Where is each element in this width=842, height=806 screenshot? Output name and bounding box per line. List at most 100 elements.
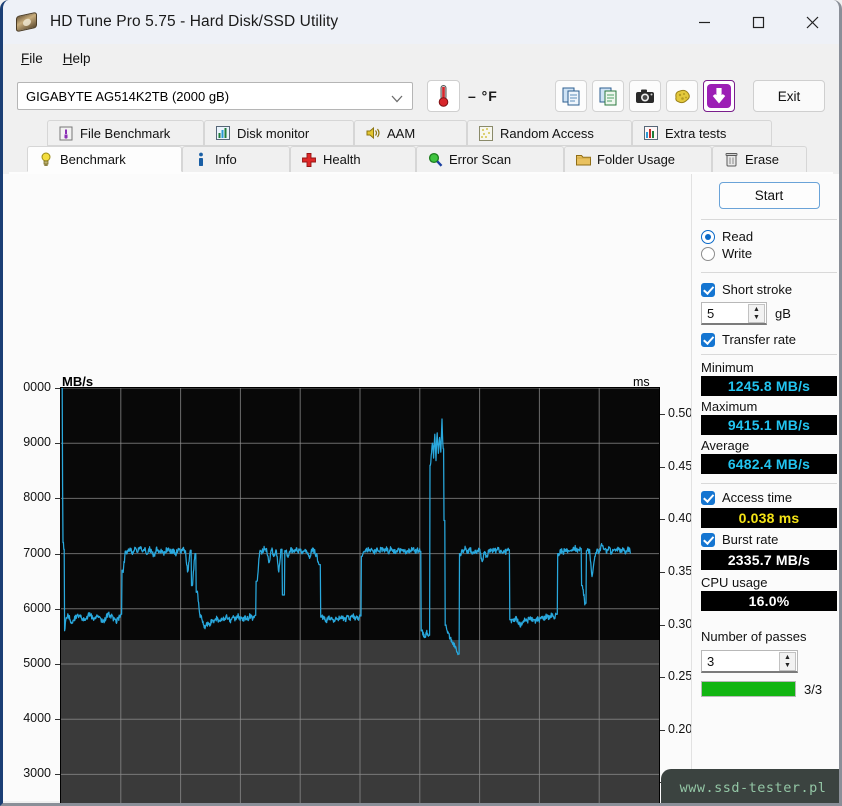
passes-value: 3 (707, 653, 715, 669)
burst-rate-check-icon (701, 532, 715, 547)
tab-error-scan[interactable]: Error Scan (416, 146, 564, 172)
passes-stepper[interactable]: ▲ ▼ (779, 652, 796, 671)
short-stroke-stepper[interactable]: ▲ ▼ (748, 304, 765, 323)
watermark: www.ssd-tester.pl (661, 769, 839, 803)
access-time-label: Access time (722, 490, 793, 505)
radio-write-icon (701, 246, 715, 261)
checkbox-access-time[interactable]: Access time (697, 489, 839, 506)
device-select[interactable]: GIGABYTE AG514K2TB (2000 gB) (17, 82, 413, 110)
transfer-rate-label: Transfer rate (722, 332, 796, 347)
y-tick-left-8000: 8000 (23, 490, 51, 505)
passes-input[interactable]: 3 ▲ ▼ (701, 650, 798, 673)
menu-file-rest: ile (29, 50, 43, 66)
y-tick-mark-left (55, 388, 60, 389)
y-tick-left-4000: 4000 (23, 711, 51, 726)
divider-3 (701, 354, 837, 355)
copy-green-icon[interactable] (592, 80, 624, 112)
trash-icon (723, 152, 739, 168)
tab-disk-monitor[interactable]: Disk monitor (204, 120, 354, 146)
tab-extra-tests[interactable]: Extra tests (632, 120, 772, 146)
download-icon[interactable] (703, 80, 735, 112)
passes-stepper-down-icon[interactable]: ▼ (780, 662, 795, 671)
checkbox-burst-rate[interactable]: Burst rate (697, 531, 839, 548)
thermometer-icon[interactable] (427, 80, 460, 112)
access-time-value: 0.038 ms (701, 508, 837, 528)
maximize-button[interactable] (731, 0, 785, 44)
y-tick-mark-right (660, 729, 665, 731)
checkbox-short-stroke[interactable]: Short stroke (697, 281, 839, 298)
tab-random-access[interactable]: Random Access (467, 120, 632, 146)
tab-benchmark[interactable]: Benchmark (27, 146, 182, 172)
y-tick-mark-right (660, 466, 665, 468)
controls-panel: Start Read Write Short stroke 5 ▲ ▼ gB T… (697, 174, 839, 801)
maximum-label: Maximum (701, 399, 758, 414)
divider-1 (701, 219, 837, 220)
y-tick-mark-left (55, 443, 60, 445)
passes-progress-text: 3/3 (804, 681, 823, 697)
tab-health[interactable]: Health (290, 146, 416, 172)
burst-rate-label: Burst rate (722, 532, 779, 547)
tab-erase[interactable]: Erase (712, 146, 807, 172)
speaker-icon (365, 125, 381, 141)
y-tick-mark-right (660, 519, 665, 521)
camera-icon[interactable] (629, 80, 661, 112)
radio-read[interactable]: Read (697, 228, 839, 245)
chevron-down-icon (391, 92, 403, 107)
tab-erase-label: Erase (745, 152, 779, 167)
passes-row: 3 ▲ ▼ (697, 646, 839, 675)
close-button[interactable] (785, 0, 839, 44)
short-stroke-check-icon (701, 282, 715, 297)
y-tick-mark-left (55, 608, 60, 610)
exit-button-label: Exit (777, 88, 801, 104)
y-tick-mark-right (660, 624, 665, 626)
passes-progress-fill (702, 682, 795, 696)
access-time-check-icon (701, 490, 715, 505)
menu-help[interactable]: Help (53, 48, 101, 69)
stepper-down-icon[interactable]: ▼ (749, 314, 764, 323)
chart-icon (643, 125, 659, 141)
y-tick-mark-right (660, 414, 665, 416)
y-tick-right-0.40: 0.40 (668, 511, 693, 526)
temperature-value: – °F (468, 88, 498, 104)
tab-aam-label: AAM (387, 125, 416, 141)
y-tick-right-0.45: 0.45 (668, 458, 693, 473)
divider-2 (701, 272, 837, 273)
y-tick-right-0.25: 0.25 (668, 669, 693, 684)
info-icon (193, 152, 209, 168)
passes-progress-bar (701, 681, 796, 697)
tab-extra-tests-label: Extra tests (665, 125, 727, 141)
copy-icon[interactable] (555, 80, 587, 112)
flask-icon (58, 125, 74, 141)
main-content: MB/s ms mB 10002000300040005000600070008… (3, 174, 839, 803)
minimize-button[interactable] (677, 0, 731, 44)
menu-file[interactable]: File (11, 48, 53, 69)
exit-button[interactable]: Exit (753, 80, 825, 112)
passes-progress-row: 3/3 (697, 675, 839, 697)
tab-folder-usage-label: Folder Usage (597, 152, 676, 167)
sponge-icon[interactable] (666, 80, 698, 112)
tab-folder-usage[interactable]: Folder Usage (564, 146, 712, 172)
start-button[interactable]: Start (718, 182, 820, 209)
minimum-label: Minimum (701, 360, 754, 375)
tab-info[interactable]: Info (182, 146, 290, 172)
tab-aam[interactable]: AAM (354, 120, 467, 146)
short-stroke-row: 5 ▲ ▼ gB (697, 298, 839, 327)
y-tick-right-0.20: 0.20 (668, 721, 693, 736)
chart-plot-area[interactable] (60, 387, 660, 803)
radio-write-label: Write (722, 246, 753, 261)
passes-stepper-up-icon[interactable]: ▲ (780, 653, 795, 662)
menu-help-rest: elp (72, 50, 91, 66)
short-stroke-input[interactable]: 5 ▲ ▼ (701, 302, 767, 325)
stepper-up-icon[interactable]: ▲ (749, 305, 764, 314)
window-title: HD Tune Pro 5.75 - Hard Disk/SSD Utility (50, 13, 339, 30)
y-tick-right-0.50: 0.50 (668, 406, 693, 421)
radio-read-label: Read (722, 229, 754, 244)
short-stroke-value: 5 (707, 305, 715, 321)
y-tick-mark-left (55, 498, 60, 500)
radio-read-icon (701, 229, 715, 244)
chart-svg (61, 388, 659, 803)
tab-file-benchmark[interactable]: File Benchmark (47, 120, 204, 146)
y-tick-mark-right (660, 572, 665, 573)
radio-write[interactable]: Write (697, 245, 839, 262)
checkbox-transfer-rate[interactable]: Transfer rate (697, 331, 839, 348)
